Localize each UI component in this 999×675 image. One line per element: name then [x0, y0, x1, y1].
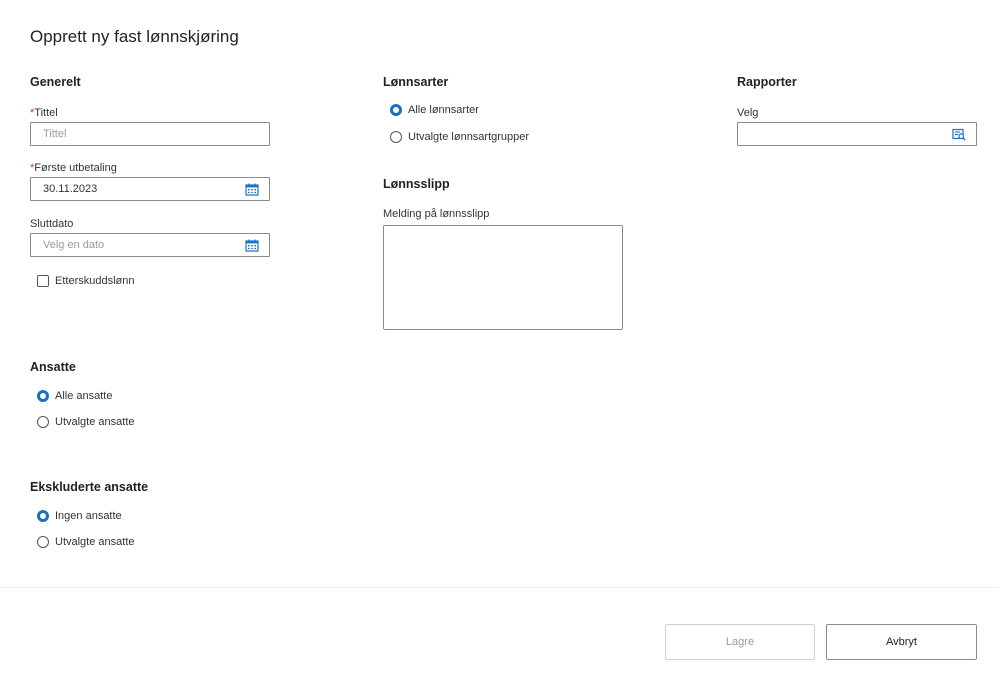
- payslip-message-label: Melding på lønnsslipp: [383, 208, 490, 220]
- section-wage-types-heading: Lønnsarter: [383, 75, 449, 89]
- title-label: *Tittel: [30, 107, 58, 119]
- section-excluded-employees-heading: Ekskluderte ansatte: [30, 480, 149, 494]
- title-input[interactable]: Tittel: [30, 122, 270, 146]
- footer-divider: [0, 587, 999, 588]
- calendar-icon[interactable]: [245, 239, 259, 252]
- excluded-option-label: Ingen ansatte: [55, 510, 122, 522]
- cancel-button[interactable]: Avbryt: [826, 624, 977, 660]
- calendar-icon[interactable]: [245, 183, 259, 196]
- first-payment-label-text: Første utbetaling: [34, 162, 117, 174]
- page-title: Opprett ny fast lønnskjøring: [30, 27, 239, 46]
- wage-types-option-label: Utvalgte lønnsartgrupper: [408, 131, 530, 143]
- first-payment-label: *Første utbetaling: [30, 162, 117, 174]
- arrears-checkbox[interactable]: [37, 275, 49, 287]
- arrears-checkbox-label: Etterskuddslønn: [55, 275, 135, 287]
- reports-lookup-input[interactable]: [737, 122, 977, 146]
- end-date-input[interactable]: Velg en dato: [30, 233, 270, 257]
- employees-option-selected[interactable]: Utvalgte ansatte: [37, 416, 135, 428]
- employees-option-all[interactable]: Alle ansatte: [37, 390, 112, 402]
- radio-unselected[interactable]: [390, 131, 402, 143]
- title-label-text: Tittel: [34, 107, 58, 119]
- reports-select-label: Velg: [737, 107, 759, 119]
- end-date-placeholder: Velg en dato: [43, 239, 105, 251]
- wage-types-option-all[interactable]: Alle lønnsarter: [390, 104, 479, 116]
- radio-unselected[interactable]: [37, 416, 49, 428]
- section-reports-heading: Rapporter: [737, 75, 797, 89]
- arrears-checkbox-row[interactable]: Etterskuddslønn: [37, 275, 134, 287]
- excluded-option-selected[interactable]: Utvalgte ansatte: [37, 536, 135, 548]
- employees-option-label: Alle ansatte: [55, 390, 113, 402]
- search-list-icon[interactable]: [952, 128, 966, 141]
- wage-types-option-label: Alle lønnsarter: [408, 104, 479, 116]
- first-payment-date-input[interactable]: 30.11.2023: [30, 177, 270, 201]
- payslip-message-textarea[interactable]: [383, 225, 623, 330]
- excluded-option-label: Utvalgte ansatte: [55, 536, 135, 548]
- employees-option-label: Utvalgte ansatte: [55, 416, 135, 428]
- radio-unselected[interactable]: [37, 536, 49, 548]
- radio-selected[interactable]: [37, 390, 49, 402]
- title-input-placeholder: Tittel: [43, 128, 67, 140]
- radio-selected[interactable]: [37, 510, 49, 522]
- end-date-label: Sluttdato: [30, 218, 74, 230]
- section-general-heading: Generelt: [30, 75, 81, 89]
- section-employees-heading: Ansatte: [30, 360, 76, 374]
- save-button[interactable]: Lagre: [665, 624, 815, 660]
- first-payment-value: 30.11.2023: [43, 183, 98, 195]
- section-payslip-heading: Lønnsslipp: [383, 177, 450, 191]
- wage-types-option-selected-groups[interactable]: Utvalgte lønnsartgrupper: [390, 131, 529, 143]
- excluded-option-none[interactable]: Ingen ansatte: [37, 510, 122, 522]
- radio-selected[interactable]: [390, 104, 402, 116]
